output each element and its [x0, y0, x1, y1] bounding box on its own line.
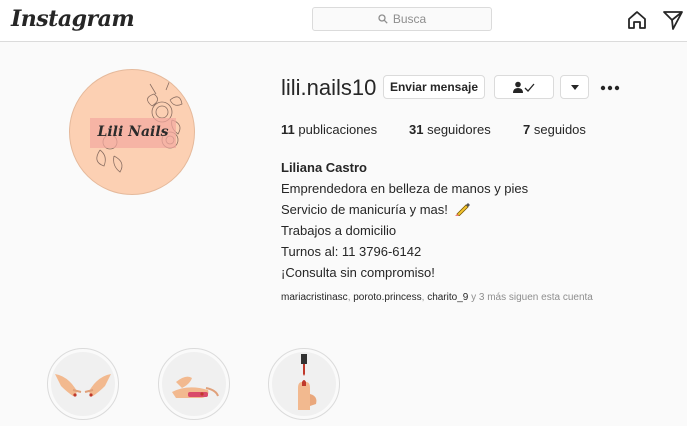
nail-care-icon	[172, 376, 219, 398]
profile-username: lili.nails10	[281, 75, 377, 100]
hands-icon	[55, 374, 111, 397]
following-button[interactable]	[494, 75, 554, 99]
followed-by-text[interactable]: mariacristinasc, poroto.princess, charit…	[281, 292, 593, 303]
story-highlight[interactable]	[158, 348, 230, 420]
followers-count: 31	[409, 122, 424, 137]
direct-message-icon[interactable]	[662, 9, 684, 31]
profile-avatar[interactable]: Lili Nails	[69, 69, 195, 195]
posts-stat: 11 publicaciones	[281, 122, 377, 137]
bio-line: ¡Consulta sin compromiso!	[281, 265, 435, 280]
instagram-logo[interactable]: Instagram	[11, 6, 135, 32]
posts-count: 11	[281, 122, 295, 137]
follower-link[interactable]: mariacristinasc	[281, 292, 348, 303]
bio-line-with-icon: Servicio de manicuría y mas!	[281, 199, 528, 220]
highlight-cover	[162, 352, 226, 416]
posts-label: publicaciones	[298, 122, 378, 137]
follower-link[interactable]: poroto.princess	[353, 292, 421, 303]
home-icon[interactable]	[626, 9, 648, 31]
more-dots-icon[interactable]	[600, 85, 620, 91]
nail-polish-emoji-icon	[454, 203, 470, 216]
bio-line: Trabajos a domicilio	[281, 223, 397, 238]
follower-link[interactable]: charito_9	[427, 292, 468, 303]
avatar-logo-text: Lili Nails	[97, 124, 169, 140]
search-icon	[378, 14, 388, 24]
story-highlight[interactable]	[268, 348, 340, 420]
bio-line: Servicio de manicuría y mas!	[281, 202, 448, 217]
search-placeholder: Busca	[392, 12, 427, 26]
following-count: 7	[523, 122, 531, 137]
followers-label: seguidores	[427, 122, 491, 137]
followed-by-rest: y 3 más siguen esta cuenta	[468, 292, 593, 303]
story-highlight[interactable]	[47, 348, 119, 420]
bio-line: Emprendedora en belleza de manos y pies	[281, 181, 529, 196]
profile-bio: Liliana Castro Emprendedora en belleza d…	[281, 157, 528, 283]
top-nav-bar: Instagram Busca	[0, 0, 687, 42]
followers-stat[interactable]: 31 seguidores	[409, 122, 491, 137]
highlight-cover	[51, 352, 115, 416]
nail-polish-icon	[298, 354, 317, 410]
following-stat[interactable]: 7 seguidos	[523, 122, 586, 137]
person-check-icon	[513, 81, 535, 93]
highlight-cover	[272, 352, 336, 416]
suggestions-dropdown-button[interactable]	[560, 75, 589, 99]
caret-down-icon	[570, 84, 579, 90]
bio-line: Turnos al: 11 3796-6142	[281, 244, 422, 259]
search-input[interactable]: Busca	[312, 7, 492, 31]
following-label: seguidos	[533, 122, 586, 137]
send-message-button[interactable]: Enviar mensaje	[383, 75, 485, 99]
profile-full-name: Liliana Castro	[281, 160, 367, 175]
